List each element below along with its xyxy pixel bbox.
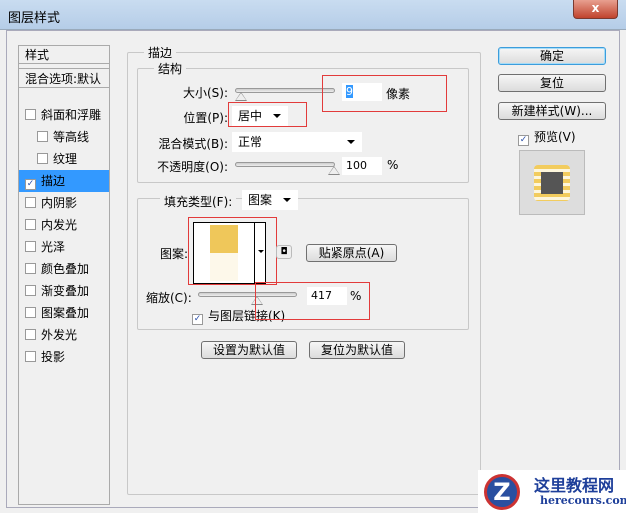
style-list-item-label: 内发光 [41, 218, 78, 232]
checkbox-icon[interactable] [25, 219, 36, 230]
style-list-item[interactable]: 内发光 [19, 214, 109, 236]
checkbox-checked-icon: ✓ [192, 314, 203, 325]
scale-label: 缩放(C): [146, 291, 192, 305]
style-list-item[interactable]: ✓ 描边 [19, 170, 109, 192]
watermark-url: herecours.com [540, 494, 626, 507]
fill-type-select[interactable]: 图案 [242, 190, 298, 210]
opacity-slider[interactable] [235, 162, 340, 175]
style-list-item[interactable]: 投影 [19, 346, 109, 368]
highlight-box [255, 282, 370, 320]
opacity-slider-thumb[interactable] [328, 166, 340, 175]
fill-type-label: 填充类型(F): [160, 193, 237, 210]
style-list-item[interactable]: 内阴影 [19, 192, 109, 214]
style-list-item-label: 投影 [41, 350, 66, 364]
checkbox-checked-icon: ✓ [518, 135, 529, 146]
new-preset-icon[interactable]: ◘ [276, 245, 292, 259]
pattern-label: 图案: [160, 247, 189, 261]
checkbox-checked-icon[interactable]: ✓ [25, 179, 36, 190]
checkbox-icon[interactable] [37, 153, 48, 164]
style-list-header[interactable]: 样式 [19, 46, 109, 64]
checkbox-icon[interactable] [25, 109, 36, 120]
checkbox-icon[interactable] [25, 351, 36, 362]
preview-checkbox[interactable]: ✓ 预览(V) [518, 128, 576, 146]
style-list-item-label: 等高线 [53, 130, 90, 144]
checkbox-icon[interactable] [25, 307, 36, 318]
opacity-label: 不透明度(O): [157, 160, 228, 174]
new-style-button[interactable]: 新建样式(W)... [498, 102, 606, 120]
checkbox-icon[interactable] [25, 263, 36, 274]
style-list-item[interactable]: 渐变叠加 [19, 280, 109, 302]
window-title: 图层样式 [8, 11, 61, 26]
chevron-down-icon [283, 198, 291, 202]
highlight-box [228, 102, 307, 127]
opacity-unit: % [387, 158, 399, 172]
checkbox-icon[interactable] [25, 285, 36, 296]
highlight-box [188, 217, 277, 285]
fill-type-value: 图案 [248, 193, 273, 207]
style-list-item-label: 描边 [41, 174, 66, 188]
size-label: 大小(S): [182, 86, 228, 100]
style-list-item-label: 内阴影 [41, 196, 78, 210]
style-list-item[interactable]: 等高线 [19, 126, 109, 148]
stroke-title: 描边 [144, 44, 177, 61]
blend-mode-label: 混合模式(B): [158, 137, 228, 151]
ok-button[interactable]: 确定 [498, 47, 606, 65]
reset-default-button[interactable]: 复位为默认值 [309, 341, 405, 359]
style-preview [519, 150, 585, 215]
watermark: Z 这里教程网 herecours.com [478, 470, 626, 513]
style-list-item[interactable]: 图案叠加 [19, 302, 109, 324]
style-list-item-label: 斜面和浮雕 [41, 108, 102, 122]
structure-title: 结构 [154, 60, 187, 77]
style-list-item-label: 纹理 [53, 152, 78, 166]
style-list-item-label: 外发光 [41, 328, 78, 342]
style-list: 样式 混合选项:默认 斜面和浮雕等高线纹理 ✓ 描边内阴影内发光光泽颜色叠加渐变叠加… [18, 45, 110, 505]
opacity-input[interactable]: 100 [342, 157, 382, 175]
watermark-text: 这里教程网 [534, 476, 615, 495]
set-default-button[interactable]: 设置为默认值 [201, 341, 297, 359]
preview-label: 预览(V) [534, 130, 576, 144]
style-list-item[interactable]: 颜色叠加 [19, 258, 109, 280]
style-list-item-label: 图案叠加 [41, 306, 90, 320]
style-list-item[interactable]: 斜面和浮雕 [19, 104, 109, 126]
checkbox-icon[interactable] [25, 329, 36, 340]
checkbox-icon[interactable] [25, 241, 36, 252]
size-slider-thumb[interactable] [234, 92, 247, 101]
blend-mode-select[interactable]: 正常 [232, 132, 362, 152]
style-list-item[interactable]: 纹理 [19, 148, 109, 170]
chevron-down-icon [347, 140, 355, 144]
highlight-box [322, 75, 447, 112]
style-list-item[interactable]: 光泽 [19, 236, 109, 258]
close-button[interactable]: x [573, 0, 618, 19]
snap-to-origin-button[interactable]: 贴紧原点(A) [306, 244, 397, 262]
size-slider[interactable] [234, 88, 335, 101]
title-bar [0, 0, 626, 30]
checkbox-icon[interactable] [25, 197, 36, 208]
style-list-item-label: 光泽 [41, 240, 66, 254]
blend-mode-value: 正常 [238, 135, 263, 149]
style-list-item[interactable]: 外发光 [19, 324, 109, 346]
position-label: 位置(P): [183, 111, 228, 125]
reset-button[interactable]: 复位 [498, 74, 606, 92]
watermark-logo-icon: Z [484, 474, 520, 510]
preview-fill [541, 172, 563, 194]
style-list-item-label: 颜色叠加 [41, 262, 90, 276]
blend-options-item[interactable]: 混合选项:默认 [19, 68, 109, 88]
checkbox-icon[interactable] [37, 131, 48, 142]
style-list-item-label: 渐变叠加 [41, 284, 90, 298]
